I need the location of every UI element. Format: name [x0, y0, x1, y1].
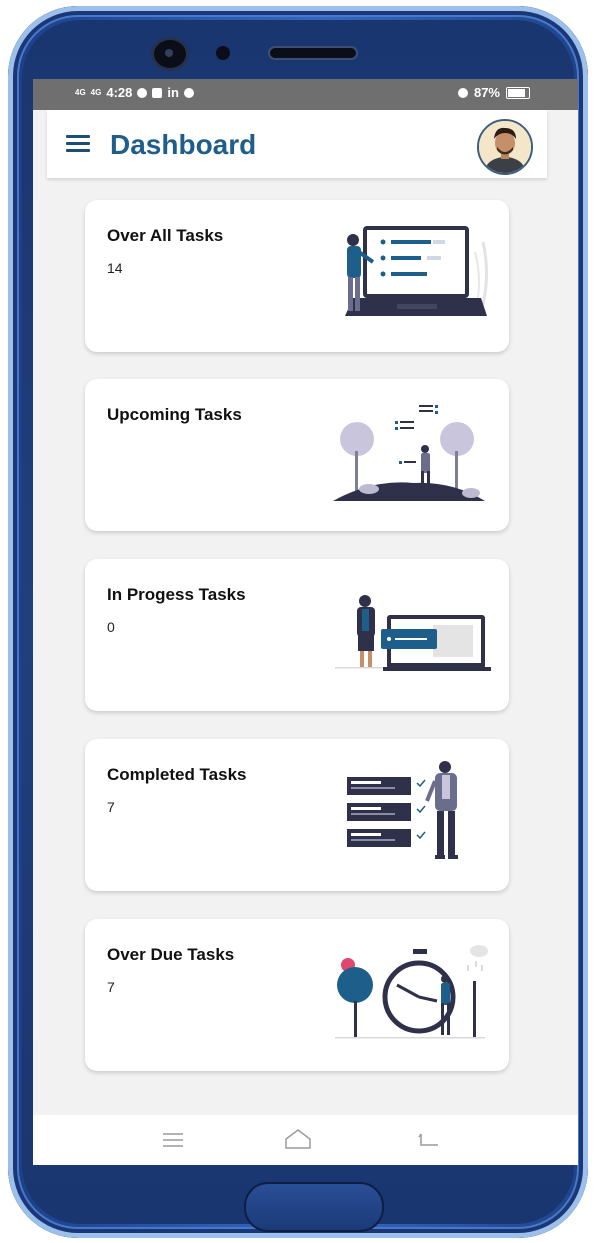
card-count: 14 — [107, 260, 123, 276]
status-bar: 4G 4G 4:28 in 87% — [33, 79, 578, 110]
hardware-home-button[interactable] — [244, 1182, 384, 1232]
back-icon[interactable] — [413, 1125, 443, 1155]
card-in-progress-tasks[interactable]: In Progess Tasks 0 — [85, 559, 509, 711]
card-count: 7 — [107, 979, 115, 995]
app-bar: Dashboard — [47, 110, 547, 178]
card-title: Completed Tasks — [107, 765, 247, 784]
front-camera — [154, 40, 186, 68]
app-screen: 4G 4G 4:28 in 87% Dashboard Over All Tas… — [33, 79, 578, 1165]
overall-tasks-illustration — [345, 226, 489, 316]
over-due-tasks-illustration — [335, 945, 488, 1039]
card-count: 7 — [107, 799, 115, 815]
proximity-sensor — [216, 46, 230, 60]
card-title: Over Due Tasks — [107, 945, 235, 964]
battery-icon — [506, 86, 530, 99]
signal-2-icon: 4G — [90, 87, 102, 97]
earpiece-speaker — [270, 48, 356, 58]
whatsapp-icon — [137, 87, 148, 98]
system-nav-bar — [33, 1115, 578, 1165]
linkedin-icon: in — [167, 85, 179, 100]
card-upcoming-tasks[interactable]: Upcoming Tasks — [85, 379, 509, 531]
card-count: 0 — [107, 619, 115, 635]
status-left: 4G 4G 4:28 in — [75, 85, 194, 100]
youtube-icon — [152, 87, 163, 98]
status-right: 87% — [457, 85, 530, 100]
in-progress-tasks-illustration — [335, 595, 491, 671]
alarm-icon — [457, 87, 468, 98]
recents-icon[interactable] — [158, 1125, 188, 1155]
upcoming-tasks-illustration — [333, 405, 485, 501]
signal-1-icon: 4G — [75, 87, 86, 97]
hamburger-menu-icon[interactable] — [66, 135, 90, 153]
card-completed-tasks[interactable]: Completed Tasks 7 — [85, 739, 509, 891]
card-over-all-tasks[interactable]: Over All Tasks 14 — [85, 200, 509, 352]
battery-percent: 87% — [473, 85, 500, 100]
home-icon[interactable] — [283, 1125, 313, 1155]
page-title: Dashboard — [110, 129, 257, 160]
completed-tasks-illustration — [347, 761, 458, 859]
card-title: Over All Tasks — [107, 226, 224, 245]
status-time: 4:28 — [106, 85, 133, 100]
notification-icon — [183, 87, 194, 98]
card-title: In Progess Tasks — [107, 585, 246, 604]
card-title: Upcoming Tasks — [107, 405, 242, 424]
user-avatar[interactable] — [477, 119, 533, 175]
card-over-due-tasks[interactable]: Over Due Tasks 7 — [85, 919, 509, 1071]
